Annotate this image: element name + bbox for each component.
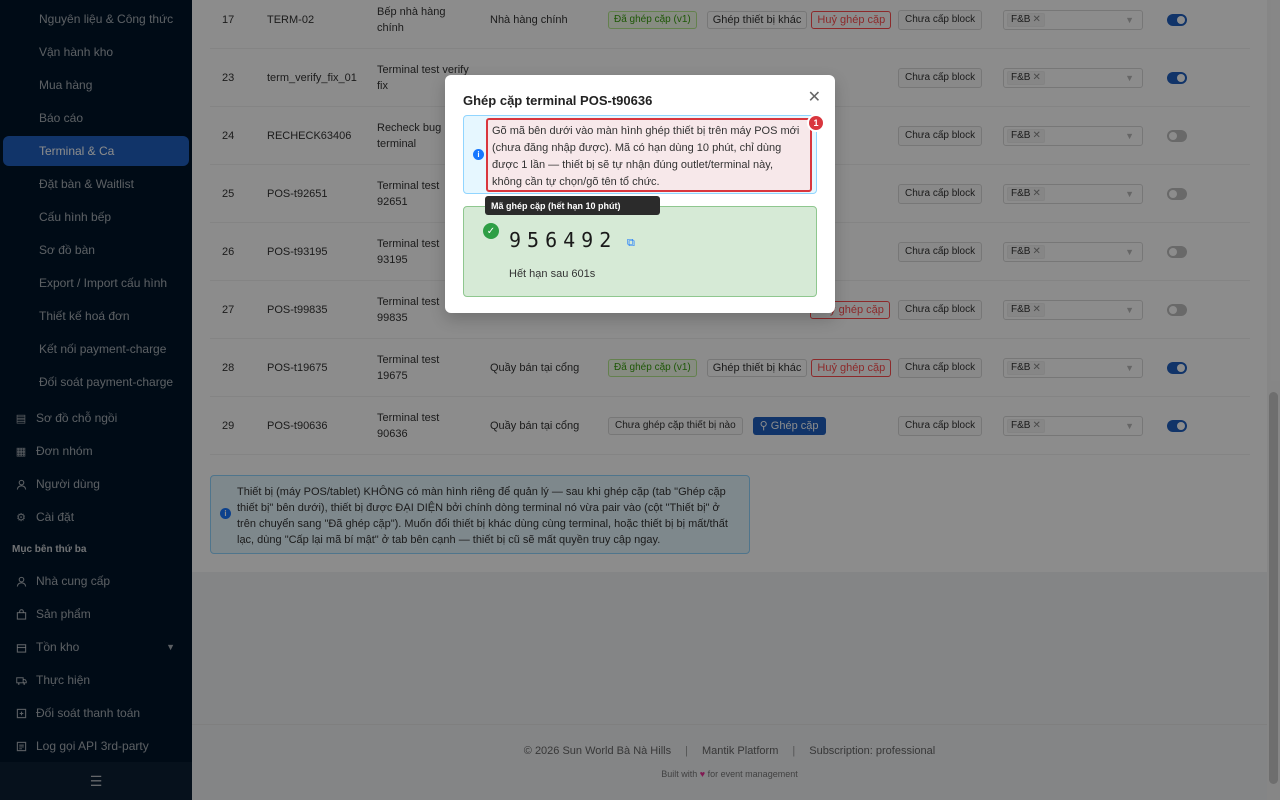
pairing-code-tooltip: Mã ghép cặp (hết hạn 10 phút)	[485, 196, 660, 215]
expiry-countdown: Hết hạn sau 601s	[509, 268, 596, 280]
modal-info-text: Gõ mã bên dưới vào màn hình ghép thiết b…	[486, 118, 812, 192]
annotation-badge: 1	[807, 114, 825, 132]
copy-icon[interactable]: ⧉	[627, 237, 635, 250]
pairing-code: 956492	[509, 228, 618, 252]
modal-info-alert: i Gõ mã bên dưới vào màn hình ghép thiết…	[463, 115, 817, 194]
check-circle-icon: ✓	[483, 223, 499, 239]
pairing-code-box: ✓ 956492 ⧉ Hết hạn sau 601s	[463, 206, 817, 297]
modal-title: Ghép cặp terminal POS-t90636	[463, 93, 653, 108]
pairing-modal: Ghép cặp terminal POS-t90636 ✕ i Gõ mã b…	[445, 75, 835, 313]
info-icon: i	[473, 149, 484, 160]
close-icon[interactable]: ✕	[808, 87, 821, 107]
